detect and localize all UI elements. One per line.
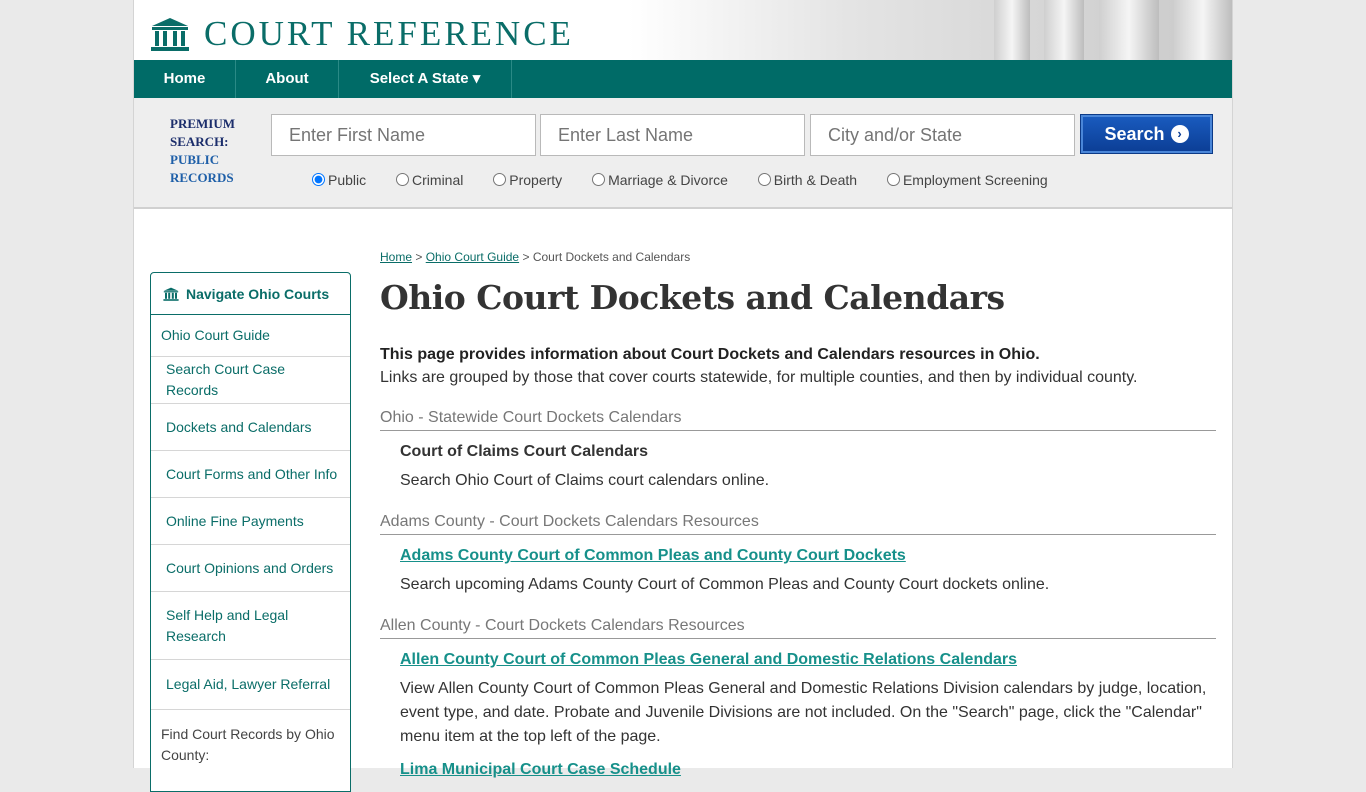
sidebar-header: Navigate Ohio Courts: [151, 273, 350, 315]
resource-description: Search Ohio Court of Claims court calend…: [400, 472, 770, 489]
breadcrumb-ohio-court-guide-link[interactable]: Ohio Court Guide: [426, 250, 519, 264]
radio-input[interactable]: [312, 173, 325, 186]
main-content: Home > Ohio Court Guide > Court Dockets …: [380, 244, 1216, 779]
sidebar-item-legal-aid[interactable]: Legal Aid, Lawyer Referral: [151, 660, 350, 710]
search-button-label: Search: [1104, 123, 1165, 144]
radio-label: Property: [509, 172, 563, 188]
breadcrumb: Home > Ohio Court Guide > Court Dockets …: [380, 250, 1216, 264]
record-type-radio-group: Public Criminal Property Marriage & Divo…: [312, 172, 1074, 188]
radio-public[interactable]: Public: [312, 172, 366, 188]
resource-link[interactable]: Lima Municipal Court Case Schedule: [400, 761, 681, 779]
resource-link[interactable]: Adams County Court of Common Pleas and C…: [400, 547, 906, 565]
nav-select-state[interactable]: Select A State ▾: [339, 60, 512, 98]
premium-label-line: PREMIUM: [170, 116, 235, 131]
sidebar-item-self-help[interactable]: Self Help and Legal Research: [151, 592, 350, 660]
radio-input[interactable]: [757, 173, 771, 186]
radio-input[interactable]: [886, 173, 900, 186]
breadcrumb-current: Court Dockets and Calendars: [532, 250, 691, 264]
main-nav: Home About Select A State ▾: [134, 60, 1232, 98]
chevron-right-icon: ›: [1170, 124, 1189, 143]
section-heading-adams-county: Adams County - Court Dockets Calendars R…: [380, 513, 1216, 535]
radio-criminal[interactable]: Criminal: [396, 172, 463, 188]
nav-home[interactable]: Home: [134, 60, 236, 98]
nav-about[interactable]: About: [236, 60, 339, 98]
sidebar-item-court-forms[interactable]: Court Forms and Other Info: [151, 451, 350, 498]
premium-label-line: RECORDS: [170, 170, 234, 185]
sidebar-item-court-opinions[interactable]: Court Opinions and Orders: [151, 545, 350, 592]
radio-label: Marriage & Divorce: [608, 172, 728, 188]
courthouse-icon[interactable]: [150, 16, 190, 52]
sidebar-item-search-court-case-records[interactable]: Search Court Case Records: [151, 357, 350, 404]
breadcrumb-separator: >: [415, 250, 423, 264]
resource-entry: Allen County Court of Common Pleas Gener…: [400, 651, 1216, 749]
resource-link[interactable]: Allen County Court of Common Pleas Gener…: [400, 651, 1017, 669]
sidebar-item-dockets-and-calendars[interactable]: Dockets and Calendars: [151, 404, 350, 451]
radio-label: Employment Screening: [902, 172, 1048, 188]
radio-property[interactable]: Property: [493, 172, 562, 188]
city-state-input[interactable]: [810, 114, 1075, 156]
header-banner: COURT REFERENCE: [134, 0, 1232, 60]
radio-label: Criminal: [412, 172, 464, 188]
premium-label-line: SEARCH:: [170, 134, 229, 149]
resource-description: Search upcoming Adams County Court of Co…: [400, 576, 1050, 593]
premium-label-line: PUBLIC: [170, 152, 220, 167]
radio-label: Public: [328, 172, 367, 188]
column-decoration: [1099, 0, 1159, 60]
section-heading-statewide: Ohio - Statewide Court Dockets Calendars: [380, 409, 1216, 431]
sidebar-item-online-fine-payments[interactable]: Online Fine Payments: [151, 498, 350, 545]
radio-input[interactable]: [493, 173, 507, 186]
page-intro: This page provides information about Cou…: [380, 343, 1216, 389]
search-button[interactable]: Search ›: [1080, 114, 1213, 154]
resource-entry: Court of Claims Court Calendars Search O…: [400, 443, 1216, 493]
radio-input[interactable]: [592, 173, 606, 186]
page-title: Ohio Court Dockets and Calendars: [380, 278, 1005, 317]
radio-marriage-divorce[interactable]: Marriage & Divorce: [592, 172, 728, 188]
intro-bold: This page provides information about Cou…: [380, 346, 1040, 363]
radio-birth-death[interactable]: Birth & Death: [757, 172, 858, 188]
last-name-input[interactable]: [540, 114, 805, 156]
breadcrumb-home-link[interactable]: Home: [380, 250, 412, 264]
column-decoration: [1044, 0, 1084, 60]
sidebar-title: Navigate Ohio Courts: [186, 286, 330, 302]
breadcrumb-separator: >: [522, 250, 530, 264]
radio-label: Birth & Death: [773, 172, 858, 188]
sidebar-nav: Navigate Ohio Courts Ohio Court Guide Se…: [150, 272, 351, 792]
premium-search-label: PREMIUM SEARCH: PUBLIC RECORDS: [170, 115, 235, 187]
resource-entry: Lima Municipal Court Case Schedule: [400, 761, 1216, 779]
page-container: COURT REFERENCE Home About Select A Stat…: [133, 0, 1233, 792]
resource-title: Court of Claims Court Calendars: [400, 443, 649, 460]
intro-text: Links are grouped by those that cover co…: [380, 369, 1138, 386]
sidebar-item-ohio-court-guide[interactable]: Ohio Court Guide: [151, 315, 350, 357]
sidebar-county-label: Find Court Records by Ohio County:: [161, 726, 335, 763]
resource-description: View Allen County Court of Common Pleas …: [400, 680, 1207, 745]
premium-search-bar: PREMIUM SEARCH: PUBLIC RECORDS Search › P…: [134, 98, 1232, 209]
radio-input[interactable]: [396, 173, 410, 186]
site-logo-text[interactable]: COURT REFERENCE: [204, 14, 574, 54]
courthouse-icon: [163, 287, 179, 301]
section-heading-allen-county: Allen County - Court Dockets Calendars R…: [380, 617, 1216, 639]
first-name-input[interactable]: [271, 114, 536, 156]
column-decoration: [1174, 0, 1232, 60]
resource-entry: Adams County Court of Common Pleas and C…: [400, 547, 1216, 597]
radio-employment-screening[interactable]: Employment Screening: [886, 172, 1048, 188]
column-decoration: [994, 0, 1030, 60]
